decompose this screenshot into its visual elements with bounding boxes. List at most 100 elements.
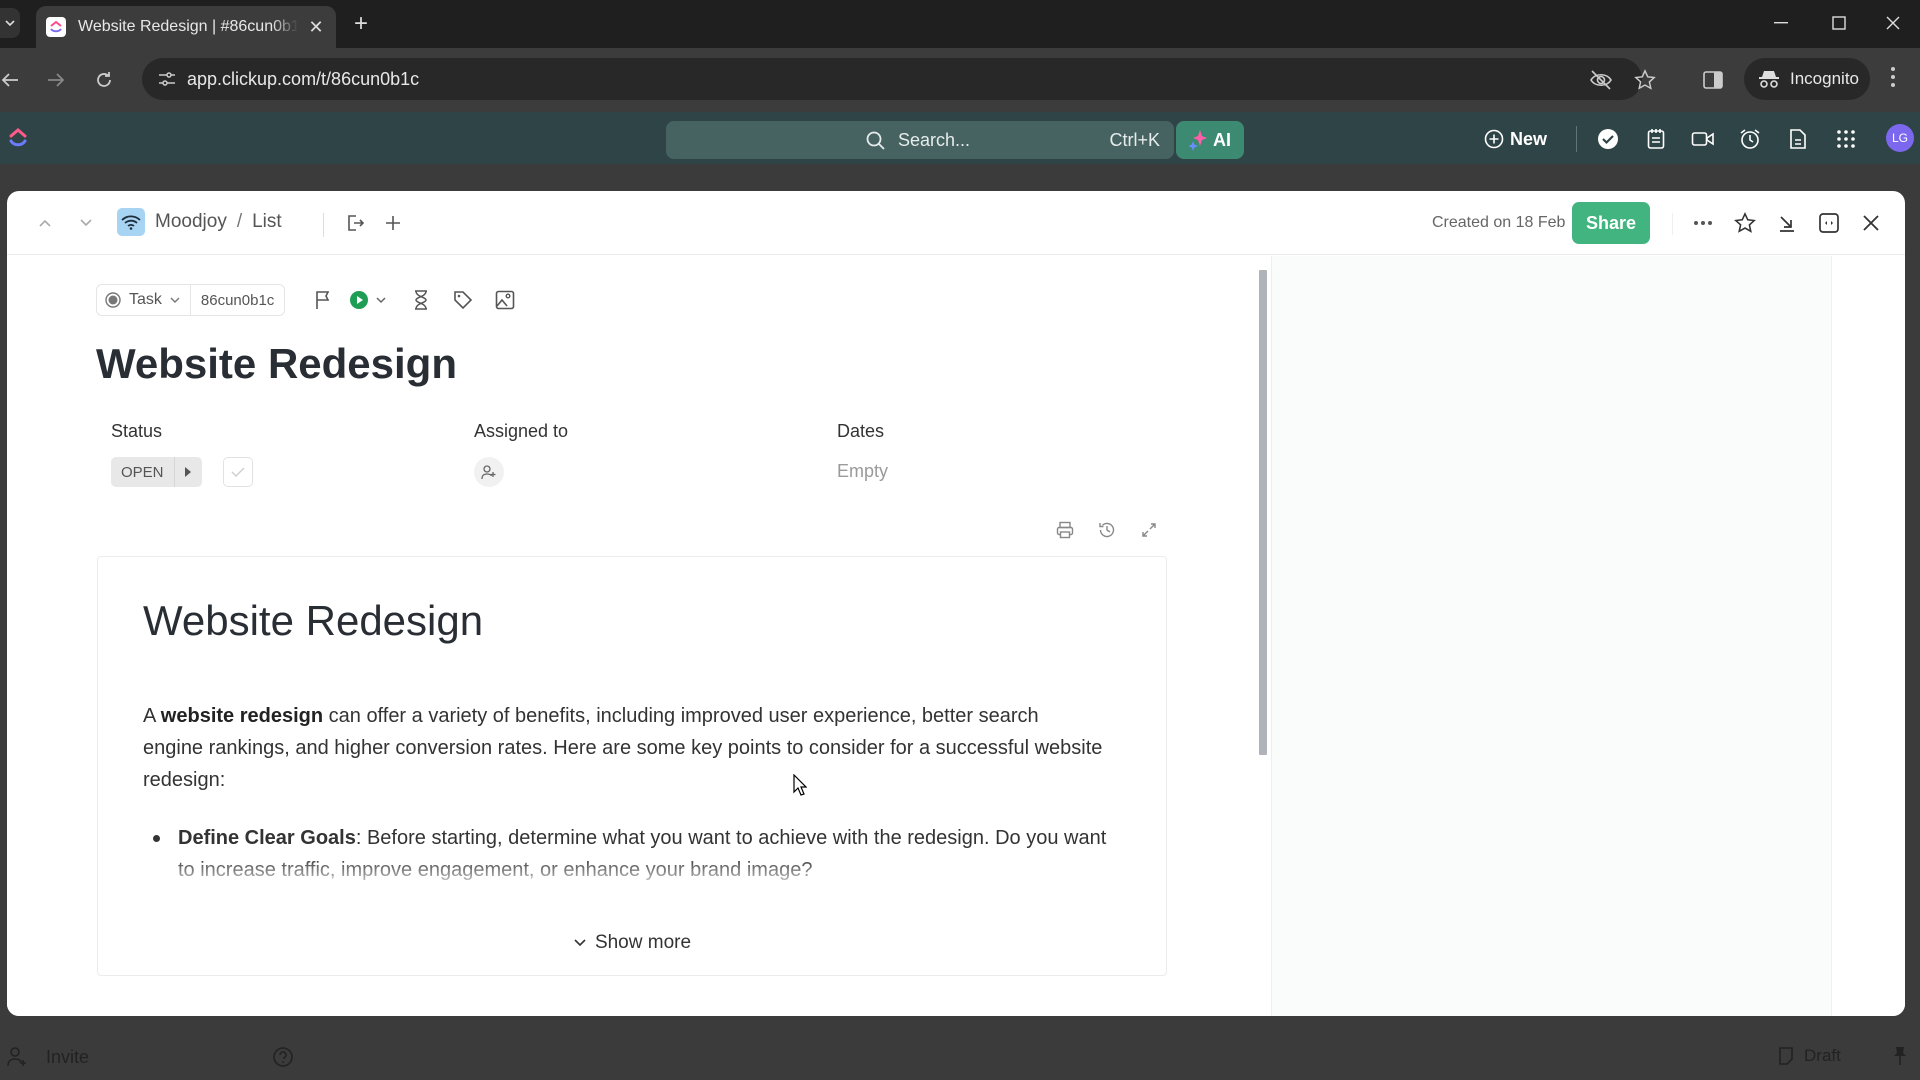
close-modal-icon[interactable] (1857, 209, 1885, 237)
move-task-icon[interactable] (341, 209, 369, 237)
incognito-indicator[interactable]: Incognito (1744, 58, 1870, 100)
tag-icon[interactable] (449, 286, 477, 314)
incognito-label: Incognito (1790, 69, 1859, 88)
search-shortcut: Ctrl+K (1109, 130, 1160, 150)
forward-button[interactable] (40, 64, 72, 96)
add-icon[interactable] (379, 209, 407, 237)
new-label: New (1510, 128, 1548, 149)
alarm-clock-icon[interactable] (1736, 125, 1764, 153)
more-options-icon[interactable] (1689, 209, 1717, 237)
sparkle-icon (1189, 130, 1207, 151)
modal-header: Moodjoy / List Created on 18 Feb Share (7, 191, 1905, 255)
task-type-dropdown[interactable]: Task (96, 284, 191, 316)
clickup-favicon-icon (46, 17, 66, 37)
new-tab-button[interactable]: + (354, 10, 368, 38)
my-tasks-check-icon[interactable] (1594, 125, 1622, 153)
check-icon (231, 467, 245, 478)
description-toolbar (1051, 516, 1163, 544)
tab-title: Website Redesign | #86cun0b1c (78, 18, 298, 35)
task-title[interactable]: Website Redesign (96, 340, 457, 388)
divider (323, 213, 324, 237)
wifi-space-icon (117, 208, 145, 236)
draft-icon (1779, 1047, 1793, 1065)
browser-menu-icon[interactable] (1890, 66, 1896, 88)
assignee-field: Assigned to (474, 421, 569, 487)
eye-off-icon[interactable] (1588, 67, 1614, 93)
document-icon[interactable] (1784, 125, 1812, 153)
maximize-button[interactable] (1810, 0, 1868, 46)
apps-grid-icon[interactable] (1832, 125, 1860, 153)
ai-button[interactable]: AI (1176, 121, 1244, 159)
time-estimate-hourglass-icon[interactable] (407, 286, 435, 314)
bookmark-star-icon[interactable] (1632, 67, 1658, 93)
invite-label: Invite (46, 1046, 90, 1067)
video-clip-icon[interactable] (1689, 125, 1717, 153)
add-assignee-button[interactable] (474, 457, 504, 487)
minimize-task-icon[interactable] (1773, 209, 1801, 237)
invite-button[interactable]: Invite (6, 1046, 89, 1068)
history-icon[interactable] (1093, 516, 1121, 544)
assigned-label: Assigned to (474, 421, 569, 441)
task-type-label: Task (129, 291, 162, 308)
cover-image-icon[interactable] (491, 286, 519, 314)
plus-circle-icon (1484, 129, 1504, 149)
search-placeholder: Search... (898, 130, 971, 150)
divider (1672, 213, 1673, 235)
address-bar[interactable]: app.clickup.com/t/86cun0b1c (142, 58, 1656, 100)
side-panel-icon[interactable] (1700, 67, 1726, 93)
show-more-button[interactable]: Show more (98, 932, 1166, 954)
breadcrumb-separator: / (236, 211, 243, 232)
close-tab-icon[interactable]: ✕ (306, 17, 326, 38)
draft-button[interactable]: Draft (1778, 1046, 1841, 1066)
site-info-icon[interactable] (152, 64, 182, 94)
notepad-icon[interactable] (1642, 125, 1670, 153)
scrollbar-thumb[interactable] (1259, 270, 1267, 755)
dates-label: Dates (837, 421, 885, 441)
pin-icon[interactable] (1892, 1046, 1908, 1066)
chevron-down-icon (5, 20, 15, 27)
breadcrumb-space[interactable]: Moodjoy (155, 211, 227, 233)
browser-tab[interactable]: Website Redesign | #86cun0b1c ✕ (36, 6, 336, 48)
mark-complete-button[interactable] (223, 457, 253, 487)
status-value[interactable]: OPEN (111, 457, 174, 487)
task-content: Task 86cun0b1c Website Redesign Status O… (7, 256, 1267, 1016)
task-description[interactable]: Website Redesign A website redesign can … (97, 556, 1167, 976)
share-button[interactable]: Share (1572, 202, 1650, 244)
reload-button[interactable] (88, 64, 120, 96)
play-icon (350, 291, 386, 309)
reload-icon (97, 72, 111, 87)
print-icon[interactable] (1051, 516, 1079, 544)
content-scrollbar[interactable] (1257, 262, 1267, 1010)
chevron-down-icon (80, 219, 92, 227)
expand-icon[interactable] (1135, 516, 1163, 544)
user-avatar[interactable]: LG (1886, 124, 1914, 152)
next-task-button[interactable] (72, 209, 100, 237)
priority-flag-icon[interactable] (309, 286, 337, 314)
user-plus-icon (481, 465, 496, 480)
search-icon (866, 131, 885, 150)
search-bar[interactable]: Search... Ctrl+K (666, 121, 1174, 159)
layout-toggle-icon[interactable] (1815, 209, 1843, 237)
minimize-button[interactable] (1752, 0, 1810, 46)
help-icon[interactable] (272, 1046, 294, 1068)
ai-label: AI (1213, 129, 1231, 150)
tab-search-button[interactable] (0, 8, 20, 38)
close-window-button[interactable] (1864, 0, 1920, 46)
activity-panel (1271, 256, 1831, 1016)
sidebar-footer: Invite Draft (0, 1016, 1920, 1080)
back-button[interactable] (0, 64, 26, 96)
dates-value[interactable]: Empty (837, 461, 888, 482)
chevron-up-icon (39, 219, 51, 227)
start-timer-button[interactable] (349, 286, 393, 314)
task-id[interactable]: 86cun0b1c (190, 284, 286, 316)
new-button[interactable]: New (1484, 124, 1547, 154)
breadcrumb-list[interactable]: List (252, 211, 282, 233)
browser-tab-bar: Website Redesign | #86cun0b1c ✕ + (0, 0, 1920, 48)
status-pill[interactable]: OPEN (111, 457, 202, 487)
clickup-logo-icon[interactable] (8, 126, 28, 150)
favorite-star-icon[interactable] (1731, 209, 1759, 237)
user-plus-icon (7, 1047, 26, 1067)
next-status-button[interactable] (173, 457, 202, 487)
previous-task-button[interactable] (31, 209, 59, 237)
arrow-right-icon (48, 73, 65, 87)
